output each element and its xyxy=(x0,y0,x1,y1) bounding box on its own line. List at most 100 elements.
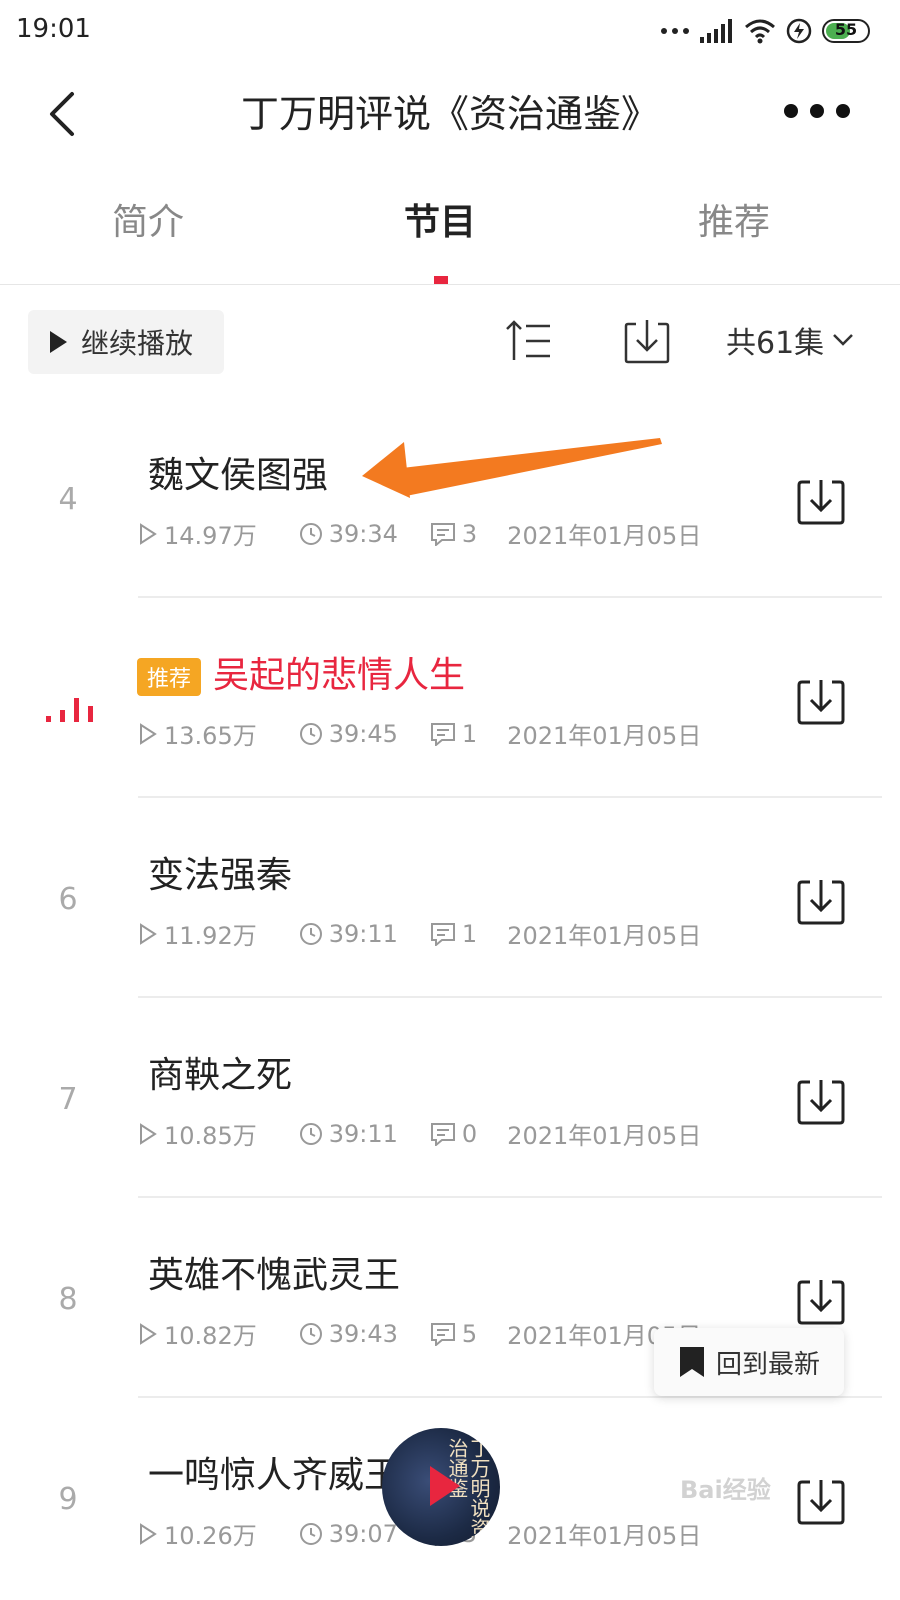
duration: 39:07 xyxy=(328,1519,398,1548)
list-item[interactable]: 4 魏文侯图强 14.97万 39:34 3 2021年01月05日 xyxy=(0,398,900,598)
clock-icon xyxy=(299,722,322,745)
episode-meta: 13.65万 39:45 1 2021年01月05日 xyxy=(138,716,701,751)
play-count-icon xyxy=(140,522,157,545)
episode-download-button[interactable] xyxy=(796,676,846,726)
play-count: 11.92万 xyxy=(164,922,257,950)
battery-level: 55 xyxy=(834,20,858,39)
continue-play-button[interactable]: 继续播放 xyxy=(28,310,224,374)
comment-icon xyxy=(430,1122,455,1146)
comment-icon xyxy=(430,1322,455,1346)
episode-title[interactable]: 英雄不愧武灵王 xyxy=(148,1246,400,1298)
now-playing-icon xyxy=(46,698,93,722)
status-time: 19:01 xyxy=(16,14,91,44)
publish-date: 2021年01月05日 xyxy=(507,1122,702,1150)
list-toolbar: 继续播放 共61集 xyxy=(0,300,900,384)
episode-number: 6 xyxy=(58,882,78,917)
duration: 39:34 xyxy=(328,519,398,548)
sort-button[interactable] xyxy=(504,316,554,366)
play-count-icon xyxy=(140,1122,157,1145)
comment-count: 1 xyxy=(461,919,478,948)
play-count: 10.82万 xyxy=(164,1322,257,1350)
play-count: 13.65万 xyxy=(164,722,257,750)
play-icon xyxy=(50,331,67,353)
clock-icon xyxy=(299,1122,322,1145)
list-item[interactable]: 6 变法强秦 11.92万 39:11 1 2021年01月05日 xyxy=(0,798,900,998)
comment-icon xyxy=(430,522,455,546)
comment-count: 1 xyxy=(461,719,478,748)
download-icon xyxy=(797,480,845,525)
clock-icon xyxy=(299,522,322,545)
back-to-latest-label: 回到最新 xyxy=(715,1349,820,1380)
episode-download-button[interactable] xyxy=(796,1476,846,1526)
duration: 39:11 xyxy=(328,919,398,948)
back-to-latest-button[interactable]: 回到最新 xyxy=(654,1328,844,1396)
play-count-icon xyxy=(140,722,157,745)
continue-play-label: 继续播放 xyxy=(81,327,194,360)
episode-number: 4 xyxy=(58,482,78,517)
episode-download-button[interactable] xyxy=(796,1076,846,1126)
publish-date: 2021年01月05日 xyxy=(507,1522,702,1550)
episode-title[interactable]: 魏文侯图强 xyxy=(148,446,328,498)
download-icon xyxy=(797,1080,845,1125)
episode-count-dropdown[interactable]: 共61集 xyxy=(726,318,854,362)
episode-meta: 10.85万 39:11 0 2021年01月05日 xyxy=(138,1116,701,1151)
episode-meta: 11.92万 39:11 1 2021年01月05日 xyxy=(138,916,701,951)
wifi-icon xyxy=(745,19,775,44)
comment-count: 5 xyxy=(461,1319,478,1348)
signal-icon xyxy=(700,19,732,43)
list-item[interactable]: 7 商鞅之死 10.85万 39:11 0 2021年01月05日 xyxy=(0,998,900,1198)
episode-download-button[interactable] xyxy=(796,476,846,526)
episode-title[interactable]: 推荐 吴起的悲情人生 xyxy=(137,646,465,698)
play-count-icon xyxy=(140,922,157,945)
batch-download-button[interactable] xyxy=(622,316,672,366)
episode-title[interactable]: 一鸣惊人齐威王 xyxy=(148,1446,400,1498)
status-bar: 19:01 55 xyxy=(0,0,900,64)
episode-number: 8 xyxy=(58,1282,78,1317)
clock-icon xyxy=(299,922,322,945)
chevron-left-icon xyxy=(50,92,74,136)
duration: 39:45 xyxy=(328,719,398,748)
mini-player[interactable]: 丁万明说资治通鉴 xyxy=(382,1428,500,1546)
page-title: 丁万明评说《资治通鉴》 xyxy=(240,92,659,136)
charging-icon xyxy=(786,18,812,44)
episode-number: 9 xyxy=(58,1482,78,1517)
episode-download-button[interactable] xyxy=(796,1276,846,1326)
duration: 39:43 xyxy=(328,1319,398,1348)
list-item[interactable]: 推荐 吴起的悲情人生 13.65万 39:45 1 2021年01月05日 xyxy=(0,598,900,798)
comment-count: 3 xyxy=(461,519,478,548)
bookmark-icon xyxy=(679,1347,704,1377)
sort-order-icon xyxy=(506,320,550,360)
title-bar: 丁万明评说《资治通鉴》 xyxy=(0,64,900,164)
chevron-down-icon xyxy=(833,334,854,346)
episode-title[interactable]: 变法强秦 xyxy=(148,846,292,898)
tab-episodes[interactable]: 节目 xyxy=(362,180,518,270)
episode-title[interactable]: 商鞅之死 xyxy=(148,1046,292,1098)
play-count-icon xyxy=(140,1522,157,1545)
episode-download-button[interactable] xyxy=(796,876,846,926)
play-count: 14.97万 xyxy=(164,522,257,550)
comment-icon xyxy=(430,922,455,946)
play-icon xyxy=(430,1466,460,1506)
publish-date: 2021年01月05日 xyxy=(507,722,702,750)
active-tab-indicator xyxy=(434,276,448,284)
more-button[interactable] xyxy=(784,96,850,126)
tab-intro[interactable]: 简介 xyxy=(70,180,226,270)
duration: 39:11 xyxy=(328,1119,398,1148)
comment-count: 0 xyxy=(461,1119,478,1148)
tab-bar: 简介 节目 推荐 xyxy=(0,180,900,285)
download-icon xyxy=(797,680,845,725)
back-button[interactable] xyxy=(40,88,90,140)
comment-icon xyxy=(430,722,455,746)
more-dots-icon xyxy=(661,28,689,34)
clock-icon xyxy=(299,1522,322,1545)
download-icon xyxy=(624,320,670,364)
play-count: 10.26万 xyxy=(164,1522,257,1550)
download-icon xyxy=(797,1280,845,1325)
download-icon xyxy=(797,880,845,925)
publish-date: 2021年01月05日 xyxy=(507,922,702,950)
clock-icon xyxy=(299,1322,322,1345)
episode-list: 4 魏文侯图强 14.97万 39:34 3 2021年01月05日 推荐 吴起的… xyxy=(0,398,900,1598)
play-count-icon xyxy=(140,1322,157,1345)
tab-recommend[interactable]: 推荐 xyxy=(656,180,812,270)
episode-meta: 14.97万 39:34 3 2021年01月05日 xyxy=(138,516,701,551)
